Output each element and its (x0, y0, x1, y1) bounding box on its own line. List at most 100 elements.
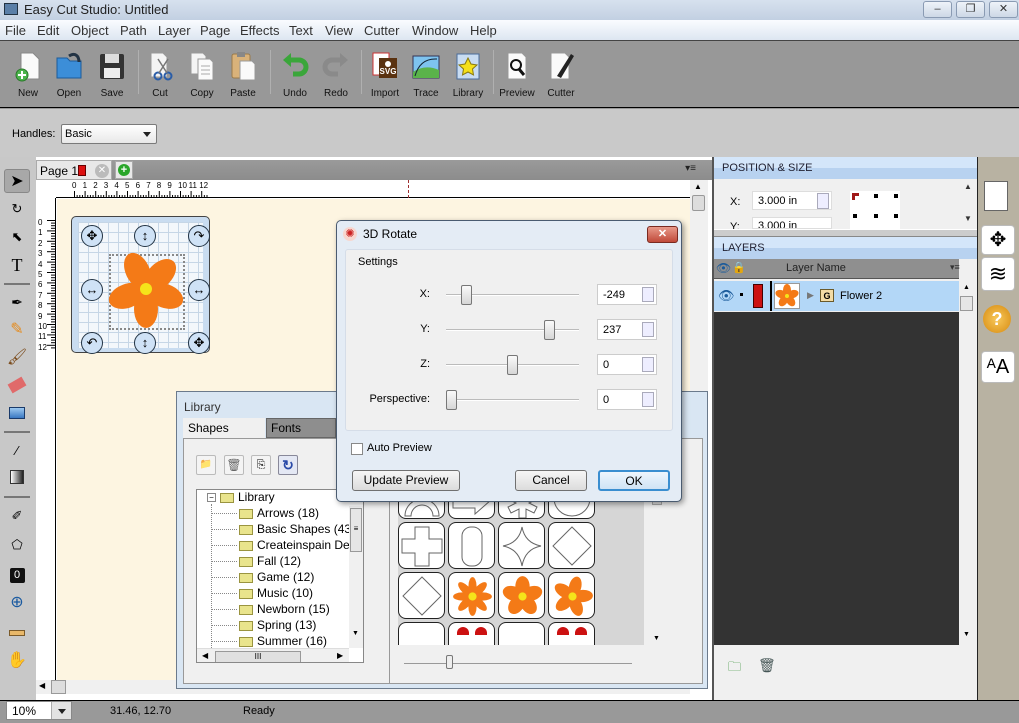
undo-button[interactable]: Undo (275, 46, 315, 104)
import-button[interactable]: SVG Import (365, 46, 405, 104)
shape-cell[interactable] (498, 622, 545, 645)
layers-panel-tab[interactable]: ≋ (981, 257, 1015, 291)
rotation-slider-thumb[interactable] (507, 355, 518, 375)
shape-cell[interactable] (498, 572, 545, 619)
brush-tool[interactable]: 🖌 (4, 346, 30, 370)
scroll-left-icon[interactable]: ◀ (202, 651, 208, 660)
delete-button[interactable]: 🗑 (224, 455, 244, 475)
rotation-value-input[interactable]: 0 (597, 389, 657, 410)
menu-layer[interactable]: Layer (158, 23, 191, 38)
cut-button[interactable]: Cut (140, 46, 180, 104)
scrollbar-thumb[interactable]: ≡ (350, 508, 362, 552)
scale-horizontal-handle[interactable]: ↔ (81, 279, 103, 301)
scale-horizontal-handle[interactable]: ↔ (188, 279, 210, 301)
thumbnail-size-slider-track[interactable] (404, 663, 632, 664)
select-tool[interactable]: ➤ (4, 169, 30, 193)
rotation-slider-track[interactable] (446, 329, 579, 331)
weld-tool[interactable]: 0 (4, 562, 30, 586)
cancel-button[interactable]: Cancel (515, 470, 587, 491)
zoom-tool[interactable]: ⊕ (4, 591, 30, 615)
reference-point-selector[interactable] (850, 191, 900, 229)
menu-page[interactable]: Page (200, 23, 230, 38)
spin-arrows-icon[interactable] (642, 357, 654, 372)
move-handle[interactable]: ✥ (81, 225, 103, 247)
tree-folder-item[interactable]: Basic Shapes (43) (239, 522, 355, 536)
rotation-value-input[interactable]: -249 (597, 284, 657, 305)
scrollbar-thumb[interactable] (960, 296, 973, 311)
scroll-right-icon[interactable]: ▶ (337, 651, 343, 660)
transform-panel-tab[interactable]: ✥ (981, 225, 1015, 255)
flower-shape[interactable] (106, 250, 186, 328)
text-panel-tab[interactable]: ᴬA (981, 351, 1015, 383)
shape-tool[interactable] (4, 403, 30, 427)
scroll-down-icon[interactable]: ▼ (653, 635, 660, 642)
scrollbar-thumb[interactable] (51, 680, 66, 694)
import-shape-button[interactable]: ⎘ (251, 455, 271, 475)
lock-dot-icon[interactable] (740, 293, 743, 296)
scale-vertical-handle[interactable]: ↕ (134, 225, 156, 247)
page-tab[interactable]: Page 1 ✕ (36, 160, 112, 180)
tab-shapes[interactable]: Shapes (183, 418, 265, 438)
shape-cell[interactable] (398, 572, 445, 619)
tree-hscroll[interactable]: ◀ III ▶ (197, 648, 349, 662)
tree-folder-item[interactable]: Createinspain Desi (239, 538, 358, 552)
minimize-button[interactable]: – (923, 1, 952, 18)
reference-point-selected[interactable] (852, 193, 859, 200)
tree-vscroll[interactable]: ≡ ▼ (349, 506, 363, 648)
dialog-close-button[interactable]: ✕ (647, 226, 678, 243)
shape-cell[interactable] (498, 522, 545, 569)
panel-menu-icon[interactable]: ▾≡ (685, 163, 696, 174)
open-button[interactable]: Open (49, 46, 89, 104)
update-preview-button[interactable]: Update Preview (352, 470, 460, 491)
layers-scrollbar[interactable]: ▲ ▼ (959, 281, 975, 645)
menu-cutter[interactable]: Cutter (364, 23, 399, 38)
menu-object[interactable]: Object (71, 23, 109, 38)
menu-effects[interactable]: Effects (240, 23, 280, 38)
close-page-icon[interactable]: ✕ (95, 164, 109, 178)
spin-arrows-icon[interactable] (642, 322, 654, 337)
menu-help[interactable]: Help (470, 23, 497, 38)
scroll-down-icon[interactable]: ▼ (964, 214, 972, 223)
cutter-button[interactable]: Cutter (541, 46, 581, 104)
menu-file[interactable]: File (5, 23, 26, 38)
close-button[interactable]: ✕ (989, 1, 1018, 18)
new-layer-button[interactable]: 🗀 (728, 658, 741, 680)
reference-point[interactable] (894, 214, 898, 218)
menu-view[interactable]: View (325, 23, 353, 38)
reference-point[interactable] (853, 214, 857, 218)
scroll-up-icon[interactable]: ▲ (963, 284, 970, 291)
rotation-slider-thumb[interactable] (446, 390, 457, 410)
handles-dropdown[interactable]: Basic (61, 124, 157, 144)
refresh-button[interactable]: ↻ (278, 455, 298, 475)
shape-cell[interactable] (448, 522, 495, 569)
menu-text[interactable]: Text (289, 23, 313, 38)
scroll-up-icon[interactable]: ▲ (964, 182, 972, 191)
spin-arrows-icon[interactable] (642, 392, 654, 407)
shape-cell[interactable] (448, 622, 495, 645)
knife-tool[interactable]: ✐ (4, 504, 30, 528)
pencil-tool[interactable]: ✎ (4, 318, 30, 342)
column-menu-icon[interactable]: ▾≡ (950, 262, 960, 273)
document-panel-tab[interactable] (984, 181, 1008, 211)
lasso-tool[interactable]: ↻ (4, 197, 30, 221)
rotation-value-input[interactable]: 237 (597, 319, 657, 340)
shape-grid-scrollbar[interactable]: ▼ (652, 485, 664, 645)
tree-folder-item[interactable]: Music (10) (239, 586, 313, 600)
auto-preview-checkbox[interactable] (351, 443, 363, 455)
reference-point[interactable] (874, 194, 878, 198)
tree-folder-item[interactable]: Game (12) (239, 570, 314, 584)
shape-cell[interactable] (398, 522, 445, 569)
delete-layer-button[interactable]: 🗑 (758, 657, 776, 674)
tree-folder-item[interactable]: Summer (16) (239, 634, 327, 648)
tab-fonts[interactable]: Fonts (266, 418, 336, 438)
scrollbar-thumb[interactable] (692, 195, 705, 211)
rotate-handle[interactable]: ↷ (188, 225, 210, 247)
save-button[interactable]: Save (92, 46, 132, 104)
scroll-up-icon[interactable]: ▲ (694, 182, 702, 191)
menu-window[interactable]: Window (412, 23, 458, 38)
scroll-down-icon[interactable]: ▼ (963, 631, 970, 638)
eyedropper-tool[interactable]: ⁄ (4, 439, 30, 463)
zoom-dropdown[interactable]: 10% (6, 701, 72, 720)
rotate-handle[interactable]: ↶ (81, 332, 103, 354)
text-tool[interactable]: T (4, 253, 30, 277)
